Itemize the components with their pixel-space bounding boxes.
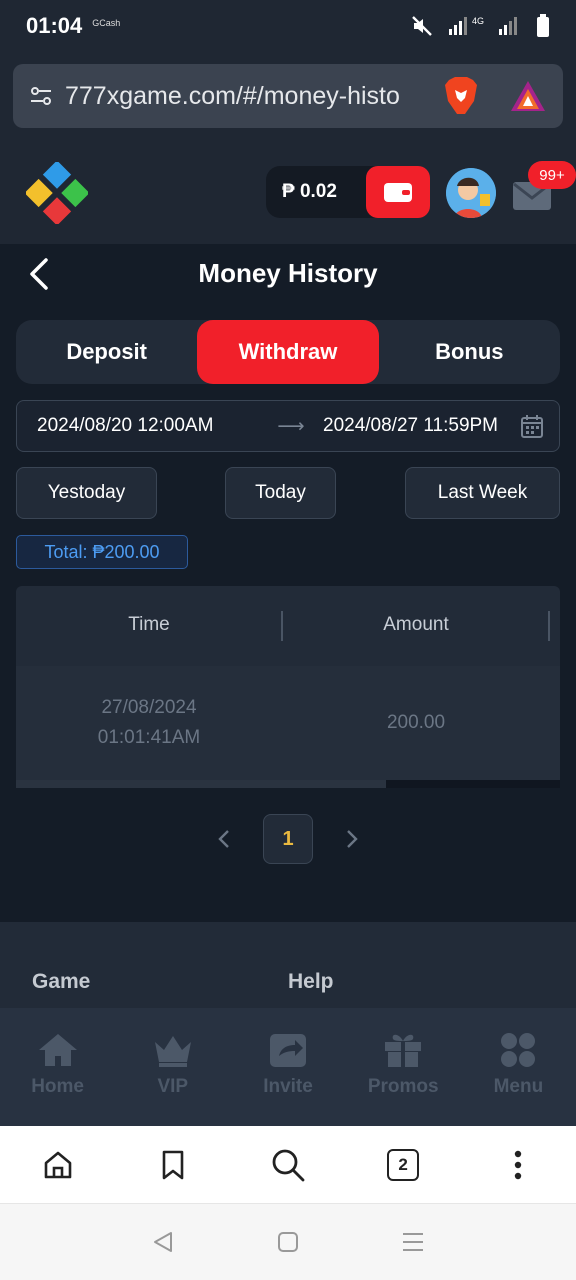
row-time: 27/08/2024 01:01:41AM xyxy=(16,693,282,753)
page-number-current[interactable]: 1 xyxy=(263,814,313,864)
site-footer: Game Help xyxy=(0,922,576,1008)
browser-toolbar: 2 xyxy=(0,1126,576,1204)
table-row: 27/08/2024 01:01:41AM 200.00 xyxy=(16,666,560,780)
browser-more-button[interactable] xyxy=(498,1145,538,1185)
row-amount: 200.00 xyxy=(386,712,446,733)
filter-last-week-button[interactable]: Last Week xyxy=(405,467,560,519)
brave-shield-icon[interactable] xyxy=(443,76,479,116)
status-time: 01:04 xyxy=(26,13,83,38)
history-tabs: Deposit Withdraw Bonus xyxy=(16,320,560,384)
avatar-image xyxy=(446,168,496,218)
nav-home[interactable]: Home xyxy=(0,1008,115,1126)
filter-yesterday-button[interactable]: Yestoday xyxy=(16,467,157,519)
crown-icon xyxy=(154,1036,191,1067)
prev-page-icon[interactable] xyxy=(214,826,234,852)
date-start[interactable]: 2024/08/20 12:00AM xyxy=(37,415,259,437)
page-title-row: Money History xyxy=(0,244,576,304)
share-icon xyxy=(270,1034,306,1067)
tab-count: 2 xyxy=(398,1154,408,1174)
mail-badge: 99+ xyxy=(528,161,576,189)
nav-vip[interactable]: VIP xyxy=(115,1008,230,1126)
url-bar[interactable]: 777xgame.com/#/money-histo xyxy=(13,64,563,128)
nav-menu[interactable]: Menu xyxy=(461,1008,576,1126)
nav-invite[interactable]: Invite xyxy=(230,1008,345,1126)
site-settings-icon[interactable] xyxy=(29,84,53,108)
wallet-icon xyxy=(384,183,412,202)
browser-tabs-button[interactable]: 2 xyxy=(383,1145,423,1185)
url-text[interactable]: 777xgame.com/#/money-histo xyxy=(65,82,420,111)
calendar-icon[interactable] xyxy=(521,414,543,438)
next-page-icon[interactable] xyxy=(342,826,362,852)
balance-value: ₱ 0.02 xyxy=(282,181,337,202)
column-divider xyxy=(548,611,550,641)
table-scrollbar-thumb[interactable] xyxy=(16,780,386,788)
status-bar: 01:04 GCash 4G xyxy=(0,0,576,52)
mute-icon xyxy=(412,16,432,36)
android-back-icon[interactable] xyxy=(151,1230,175,1254)
nav-vip-label: VIP xyxy=(157,1076,189,1097)
nav-promos-label: Promos xyxy=(367,1076,439,1097)
gift-icon xyxy=(385,1034,422,1067)
battery-icon xyxy=(537,14,549,37)
table-header: Time Amount xyxy=(16,586,560,666)
home-outline-icon xyxy=(44,1151,71,1178)
more-vertical-icon xyxy=(515,1150,522,1179)
tab-count-box: 2 xyxy=(387,1148,420,1181)
pagination: 1 xyxy=(0,814,576,864)
browser-bar: 777xgame.com/#/money-histo xyxy=(0,52,576,142)
bookmark-icon xyxy=(162,1150,184,1179)
tab-bonus[interactable]: Bonus xyxy=(379,320,560,384)
site-header: ₱ 0.02 99+ xyxy=(0,142,576,244)
nav-menu-label: Menu xyxy=(493,1076,544,1097)
row-time-text: 01:01:41AM xyxy=(97,727,201,748)
date-range-picker[interactable]: 2024/08/20 12:00AM ⟶ 2024/08/27 11:59PM xyxy=(16,400,560,452)
signal-icon-2 xyxy=(499,17,517,35)
signal-icon xyxy=(448,17,467,35)
total-amount: Total: ₱200.00 xyxy=(16,535,188,569)
browser-bookmark-button[interactable] xyxy=(153,1145,193,1185)
column-amount: Amount xyxy=(383,614,449,635)
tab-deposit[interactable]: Deposit xyxy=(16,320,197,384)
history-table: Time Amount 27/08/2024 01:01:41AM 200.00 xyxy=(16,586,560,788)
browser-search-button[interactable] xyxy=(268,1145,308,1185)
date-end[interactable]: 2024/08/27 11:59PM xyxy=(323,415,523,437)
user-avatar[interactable] xyxy=(446,168,496,218)
footer-heading-help[interactable]: Help xyxy=(288,970,334,994)
site-logo[interactable] xyxy=(26,162,88,224)
filter-today-button[interactable]: Today xyxy=(225,467,336,519)
nav-home-label: Home xyxy=(31,1076,84,1097)
network-type: 4G xyxy=(471,16,484,26)
android-recents-icon[interactable] xyxy=(401,1231,425,1253)
page-title: Money History xyxy=(198,258,378,288)
nav-invite-label: Invite xyxy=(263,1076,313,1097)
column-time: Time xyxy=(128,614,170,635)
wallet-button[interactable] xyxy=(366,166,430,218)
brave-rewards-icon[interactable] xyxy=(509,79,547,113)
nav-promos[interactable]: Promos xyxy=(346,1008,461,1126)
row-date-text: 27/08/2024 xyxy=(101,697,197,718)
date-range-arrow: ⟶ xyxy=(277,415,305,437)
browser-home-button[interactable] xyxy=(38,1145,78,1185)
bottom-nav: Home VIP Invite Promos Menu xyxy=(0,1008,576,1126)
home-icon xyxy=(38,1034,77,1066)
balance-pill[interactable]: ₱ 0.02 xyxy=(266,166,430,218)
search-icon xyxy=(272,1149,305,1181)
status-app-label: GCash xyxy=(92,18,121,28)
footer-heading-game[interactable]: Game xyxy=(32,970,90,994)
android-home-icon[interactable] xyxy=(277,1231,299,1253)
tab-withdraw[interactable]: Withdraw xyxy=(197,320,379,384)
android-nav-bar xyxy=(0,1204,576,1280)
menu-grid-icon xyxy=(501,1033,536,1067)
